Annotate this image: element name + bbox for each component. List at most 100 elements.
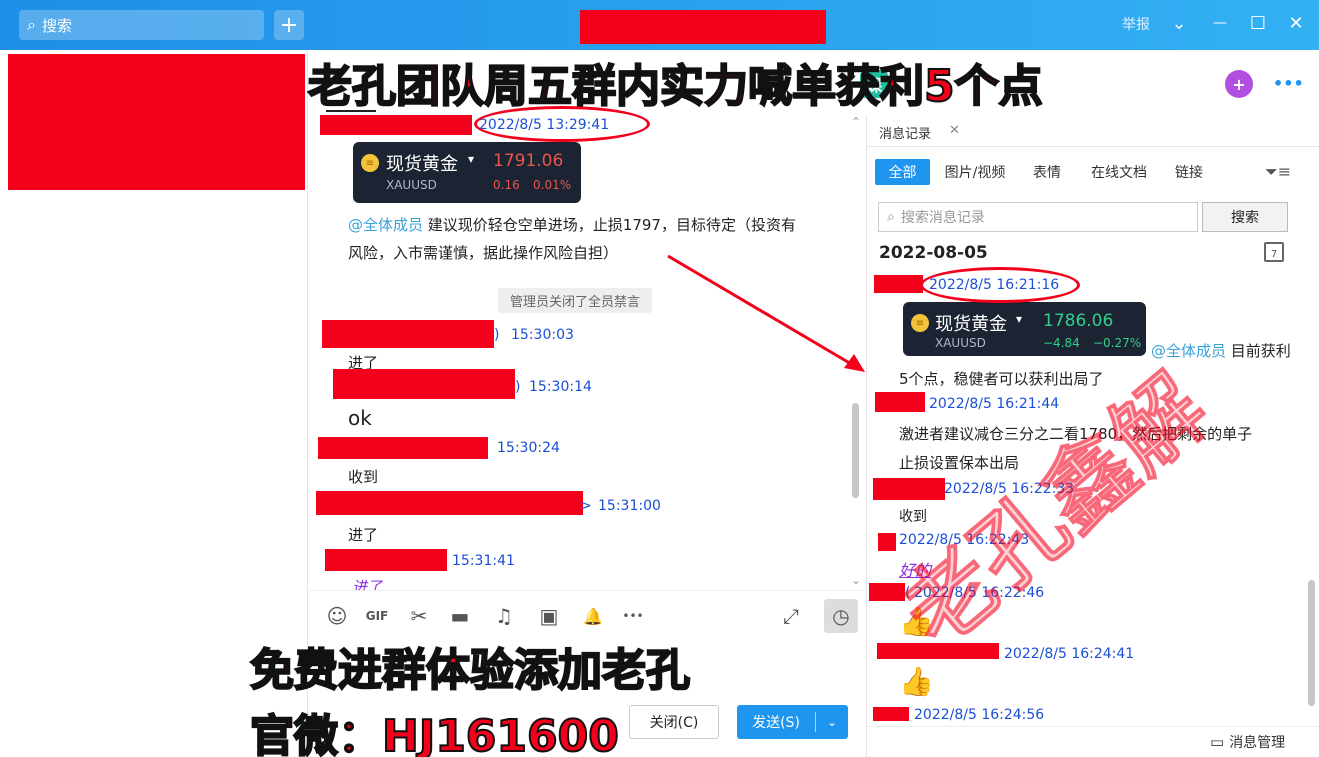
redacted-sender bbox=[322, 320, 494, 348]
message-text: ok bbox=[348, 406, 372, 430]
redacted-sender bbox=[318, 437, 488, 459]
global-search[interactable]: ⌕ 搜索 bbox=[19, 10, 264, 40]
bell-icon[interactable]: 🔔 bbox=[580, 603, 606, 629]
redacted-sender bbox=[878, 533, 896, 551]
message-time: 15:30:24 bbox=[497, 440, 560, 456]
redacted-sender bbox=[874, 275, 923, 293]
record-time: 2022/8/5 16:24:56 bbox=[914, 707, 1045, 723]
mention-all[interactable]: @全体成员 bbox=[1151, 342, 1226, 360]
collapse-icon[interactable]: ⌃ bbox=[851, 115, 861, 129]
chat-scrollbar[interactable] bbox=[852, 403, 859, 498]
record-text-line2: 5个点，稳健者可以获利出局了 bbox=[899, 370, 1104, 388]
message-time: 15:30:14 bbox=[529, 379, 592, 395]
send-button[interactable]: 发送(S) ⌄ bbox=[737, 705, 848, 739]
history-search-button[interactable]: 搜索 bbox=[1202, 202, 1288, 232]
send-label: 发送(S) bbox=[752, 715, 800, 731]
search-icon: ⌕ bbox=[887, 209, 895, 225]
record-text: @全体成员 目前获利 bbox=[1151, 340, 1291, 361]
gold-change: −4.84 bbox=[1043, 336, 1080, 350]
message-text: 收到 bbox=[348, 468, 379, 486]
gold-name: 现货黄金 bbox=[386, 154, 458, 175]
global-search-placeholder: 搜索 bbox=[41, 16, 72, 35]
send-options-icon[interactable]: ⌄ bbox=[816, 715, 848, 729]
promo-line-1: 免费进群体验添加老孔 bbox=[249, 644, 691, 697]
filter-settings-icon[interactable]: ⏷≡ bbox=[1265, 162, 1291, 182]
record-time: 2022/8/5 16:24:41 bbox=[1004, 646, 1135, 662]
system-note: 管理员关闭了全员禁言 bbox=[498, 288, 653, 313]
gold-code: XAUUSD bbox=[386, 178, 437, 192]
redacted-sender bbox=[316, 491, 583, 515]
redacted-sender bbox=[325, 549, 447, 571]
minimize-button[interactable]: — bbox=[1209, 12, 1231, 34]
message-text: 进了 bbox=[348, 526, 379, 544]
close-chat-button[interactable]: 关闭(C) bbox=[629, 705, 719, 739]
report-link[interactable]: 举报 bbox=[1122, 14, 1150, 34]
add-app-icon[interactable]: + bbox=[1225, 70, 1253, 98]
message-time: 15:31:41 bbox=[452, 553, 515, 569]
message-text: @全体成员 建议现价轻仓空单进场，止损1797，目标待定（投资有 bbox=[348, 214, 796, 235]
mention-all[interactable]: @全体成员 bbox=[348, 216, 423, 234]
close-tab-icon[interactable]: ✕ bbox=[949, 123, 960, 138]
plus-button[interactable]: + bbox=[274, 10, 304, 40]
image-icon[interactable]: ▣ bbox=[536, 603, 562, 629]
gif-icon[interactable]: GIF bbox=[364, 603, 390, 629]
message-prefix: ) bbox=[494, 327, 500, 343]
caret-down-icon: ▾ bbox=[468, 152, 475, 166]
chevron-down-icon[interactable]: ⌄ bbox=[1168, 12, 1190, 34]
filter-emoji[interactable]: 表情 bbox=[1025, 159, 1069, 185]
redacted-title bbox=[580, 10, 826, 44]
calendar-icon[interactable]: 7 bbox=[1264, 242, 1284, 262]
maximize-button[interactable]: ☐ bbox=[1247, 12, 1269, 34]
redacted-sender bbox=[320, 115, 472, 135]
tab-divider bbox=[867, 146, 1319, 147]
more-icon[interactable]: ••• bbox=[1273, 74, 1304, 93]
message-prefix: > bbox=[580, 498, 592, 514]
history-scrollbar[interactable] bbox=[1308, 580, 1315, 706]
chat-toolbar: ☺ GIF ✂ ▬ ♫ ▣ 🔔 ••• ⤢ ◷ bbox=[308, 590, 866, 640]
message-prefix: ) bbox=[515, 379, 521, 395]
caret-down-icon: ▾ bbox=[1016, 312, 1023, 326]
gold-coin-icon: ≡ bbox=[361, 154, 379, 172]
music-icon[interactable]: ♫ bbox=[491, 603, 517, 629]
history-search-placeholder: 搜索消息记录 bbox=[900, 210, 985, 226]
filter-links[interactable]: 链接 bbox=[1167, 159, 1211, 185]
history-icon[interactable]: ◷ bbox=[824, 599, 858, 633]
gold-name: 现货黄金 bbox=[935, 314, 1007, 335]
record-text: 收到 bbox=[899, 509, 927, 525]
redacted-sender bbox=[333, 369, 515, 399]
message-time: 15:30:03 bbox=[511, 327, 574, 343]
close-window-button[interactable]: ✕ bbox=[1285, 12, 1307, 34]
filter-all[interactable]: 全部 bbox=[875, 159, 930, 185]
gold-quote-card[interactable]: ≡ 现货黄金 ▾ XAUUSD 1791.06 0.16 0.01% bbox=[353, 142, 581, 203]
message-text: 进了 bbox=[352, 578, 383, 590]
record-time: 2022/8/5 16:21:44 bbox=[929, 396, 1060, 412]
more-icon[interactable]: ••• bbox=[620, 603, 646, 629]
gold-price: 1786.06 bbox=[1043, 311, 1114, 331]
filter-docs[interactable]: 在线文档 bbox=[1085, 159, 1153, 185]
filter-media[interactable]: 图片/视频 bbox=[937, 159, 1013, 185]
promo-headline: 老孔团队周五群内实力喊单获利5个点 bbox=[307, 60, 1044, 113]
promo-line-2: 官微：HJ161600 bbox=[249, 710, 620, 757]
title-bar: ⌕ 搜索 + 举报 ⌄ — ☐ ✕ bbox=[0, 0, 1319, 50]
expand-icon[interactable]: ⌄ bbox=[851, 573, 861, 587]
history-search-input[interactable]: ⌕ 搜索消息记录 bbox=[878, 202, 1198, 232]
record-text-tail: 目前获利 bbox=[1230, 342, 1291, 360]
gold-change-pct: 0.01% bbox=[533, 178, 572, 192]
annotation-ellipse bbox=[920, 267, 1080, 303]
gold-change: 0.16 bbox=[493, 178, 520, 192]
emoji-icon[interactable]: ☺ bbox=[324, 603, 350, 629]
gold-quote-card[interactable]: ≡ 现货黄金 ▾ XAUUSD 1786.06 −4.84 −0.27% bbox=[903, 302, 1146, 356]
message-manage-button[interactable]: ▭ 消息管理 bbox=[1210, 732, 1285, 752]
redacted-sender bbox=[873, 707, 909, 721]
gold-price: 1791.06 bbox=[493, 151, 564, 171]
message-line: 建议现价轻仓空单进场，止损1797，目标待定（投资有 bbox=[427, 216, 796, 234]
redacted-sender bbox=[873, 478, 945, 500]
expand-editor-icon[interactable]: ⤢ bbox=[778, 603, 804, 629]
search-icon: ⌕ bbox=[27, 15, 36, 34]
history-date: 2022-08-05 bbox=[879, 243, 988, 263]
message-time: 15:31:00 bbox=[598, 498, 661, 514]
folder-icon[interactable]: ▬ bbox=[447, 603, 473, 629]
scissors-icon[interactable]: ✂ bbox=[406, 603, 432, 629]
gold-coin-icon: ≡ bbox=[911, 314, 929, 332]
history-tab[interactable]: 消息记录 bbox=[879, 123, 931, 142]
